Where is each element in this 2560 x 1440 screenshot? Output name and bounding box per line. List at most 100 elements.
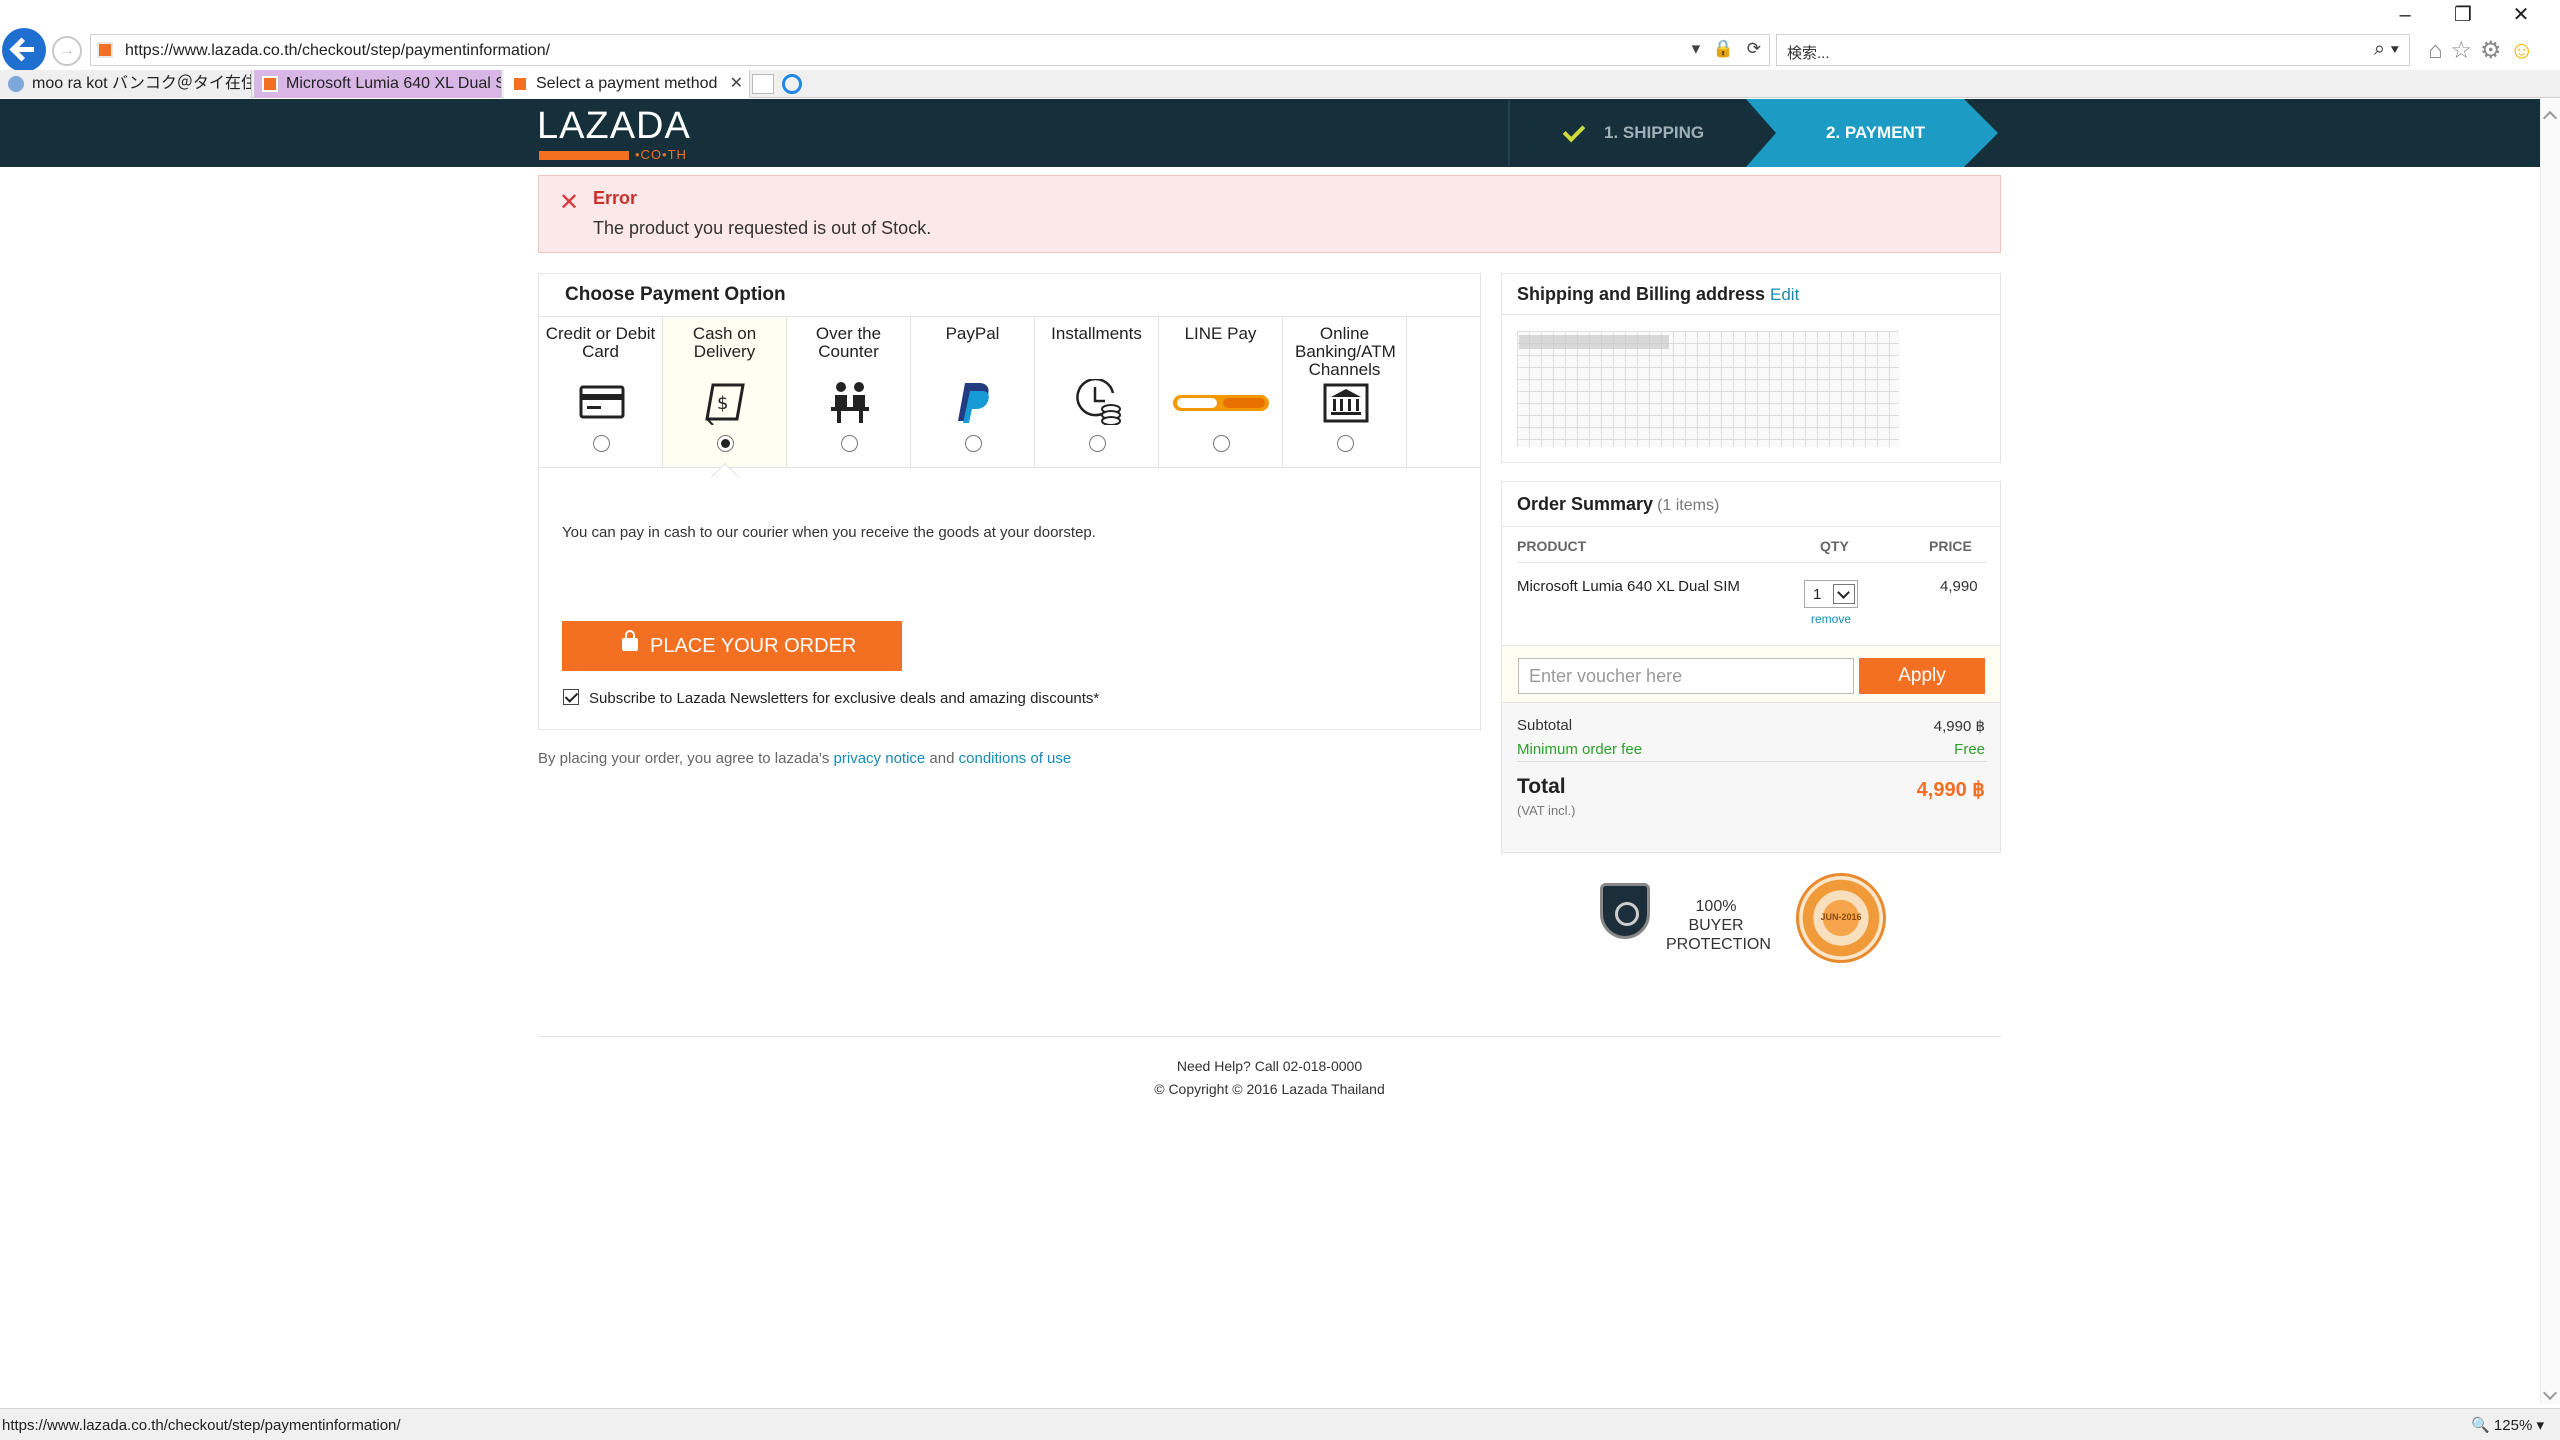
scroll-up-icon[interactable] <box>2542 110 2558 126</box>
voucher-input[interactable] <box>1518 658 1854 694</box>
subscribe-label[interactable]: Subscribe to Lazada Newsletters for excl… <box>589 690 1099 707</box>
payment-option-over-the-counter[interactable]: Over the Counter <box>787 317 911 467</box>
shield-icon <box>1600 883 1650 939</box>
payment-option-label: Credit or Debit Card <box>545 324 656 361</box>
total-value: 4,990 ฿ <box>1916 779 1985 801</box>
close-window-icon[interactable]: ✕ <box>2492 2 2550 27</box>
subscribe-checkbox[interactable] <box>563 689 579 705</box>
payment-description: You can pay in cash to our courier when … <box>562 524 1096 541</box>
payment-option-line-pay[interactable]: LINE Pay <box>1159 317 1283 467</box>
error-alert: ✕ Error The product you requested is out… <box>538 175 2001 253</box>
payment-title: Choose Payment Option <box>565 284 786 305</box>
refresh-icon[interactable]: ⟳ <box>1747 39 1765 58</box>
tab-close-icon[interactable]: ✕ <box>730 70 743 98</box>
payment-option-label: Installments <box>1051 324 1142 343</box>
privacy-notice-link[interactable]: privacy notice <box>834 750 926 767</box>
home-icon[interactable]: ⌂ <box>2428 37 2451 64</box>
logo-bar <box>539 151 629 160</box>
logo-subtext: •CO•TH <box>635 147 687 162</box>
payment-radio[interactable] <box>1337 435 1354 452</box>
url-text[interactable]: https://www.lazada.co.th/checkout/step/p… <box>125 42 550 60</box>
payment-options: Credit or Debit Card Cash on Delivery $ … <box>539 316 1480 468</box>
order-title-text: Order Summary <box>1517 494 1654 514</box>
subtotal-label: Subtotal <box>1517 717 1573 734</box>
star-icon[interactable]: ☆ <box>2451 37 2481 64</box>
scroll-down-icon[interactable] <box>2542 1385 2558 1401</box>
agree-text: By placing your order, you agree to laza… <box>538 750 1071 767</box>
zoom-value: 125% <box>2493 1417 2533 1434</box>
ie-icon[interactable] <box>782 74 802 94</box>
quantity-select[interactable]: 1 <box>1804 580 1858 608</box>
lock-icon[interactable]: 🔒 <box>1713 39 1738 58</box>
forward-icon[interactable]: → <box>52 36 82 66</box>
payment-radio[interactable] <box>593 435 610 452</box>
divider <box>1517 761 1987 762</box>
step-shipping[interactable]: 1. SHIPPING <box>1508 99 1768 167</box>
tab-bar: moo ra kot バンコク＠タイ在住／... Microsoft Lumia… <box>0 70 2560 98</box>
order-summary-title: Order Summary (1 items) <box>1517 494 1719 515</box>
lock-icon <box>622 630 638 651</box>
tab-label: moo ra kot バンコク＠タイ在住／... <box>32 75 251 92</box>
checkout-header: LAZADA •CO•TH 1. SHIPPING 2. PAYMENT <box>0 99 2540 167</box>
lazada-logo[interactable]: LAZADA •CO•TH <box>537 105 697 162</box>
payment-radio[interactable] <box>1089 435 1106 452</box>
voucher-section: Apply <box>1502 645 2000 703</box>
zoom-level[interactable]: 🔍 125% ▾ <box>2471 1416 2544 1434</box>
tab-select-payment[interactable]: Select a payment method ✕ <box>504 70 750 98</box>
tab-label: Microsoft Lumia 640 XL Dual S... <box>286 75 502 92</box>
payment-option-label: LINE Pay <box>1184 324 1257 343</box>
payment-option-label: Online Banking/ATM Channels <box>1295 324 1396 379</box>
restore-icon[interactable]: ❐ <box>2434 2 2492 27</box>
page-scrollbar[interactable] <box>2540 99 2560 1404</box>
address-bar[interactable]: https://www.lazada.co.th/checkout/step/p… <box>90 34 1770 66</box>
smiley-icon[interactable]: ☺ <box>2510 37 2543 64</box>
agree-and: and <box>925 750 959 767</box>
search-placeholder[interactable]: 検索... <box>1787 42 1830 63</box>
new-tab-icon[interactable] <box>752 74 774 94</box>
browser-icons: ⌂☆⚙☺ <box>2428 36 2542 65</box>
payment-option-installments[interactable]: Installments <box>1035 317 1159 467</box>
bank-icon <box>1323 383 1369 423</box>
payment-option-paypal[interactable]: PayPal <box>911 317 1035 467</box>
tab-favicon-icon <box>512 76 528 92</box>
divider <box>1502 526 2000 527</box>
pci-badge-icon[interactable]: JUN-2016 <box>1796 873 1886 963</box>
payment-option-credit-card[interactable]: Credit or Debit Card <box>539 317 663 467</box>
payment-option-cash-on-delivery[interactable]: Cash on Delivery $ <box>663 317 787 467</box>
site-favicon-icon <box>97 42 113 58</box>
place-order-label: PLACE YOUR ORDER <box>650 635 857 657</box>
payment-radio[interactable] <box>1213 435 1230 452</box>
apply-voucher-button[interactable]: Apply <box>1859 658 1985 694</box>
back-icon[interactable] <box>2 28 46 72</box>
gear-icon[interactable]: ⚙ <box>2480 37 2510 64</box>
chevron-down-icon[interactable] <box>1833 584 1855 604</box>
conditions-of-use-link[interactable]: conditions of use <box>959 750 1072 767</box>
payment-option-online-banking[interactable]: Online Banking/ATM Channels <box>1283 317 1407 467</box>
tab-moo-ra-kot[interactable]: moo ra kot バンコク＠タイ在住／... <box>0 70 252 98</box>
search-bar[interactable]: 検索... ⌕ ▾ <box>1776 34 2410 66</box>
counter-icon <box>831 382 869 423</box>
product-price: 4,990 <box>1940 578 1978 595</box>
payment-option-label: Over the Counter <box>815 324 882 361</box>
column-qty: QTY <box>1820 538 1849 554</box>
order-item-count: (1 items) <box>1657 497 1720 514</box>
search-icon[interactable]: ⌕ ▾ <box>2374 38 2399 61</box>
dropdown-icon[interactable]: ▾ <box>1692 39 1705 58</box>
payment-radio[interactable] <box>717 435 734 452</box>
total-vat: (VAT incl.) <box>1517 803 1576 818</box>
totals-section: Subtotal 4,990 ฿ Minimum order fee Free … <box>1502 703 2000 852</box>
tab-microsoft-lumia[interactable]: Microsoft Lumia 640 XL Dual S... <box>254 70 502 98</box>
min-fee-label: Minimum order fee <box>1517 741 1643 758</box>
address-edit-link[interactable]: Edit <box>1770 285 1799 305</box>
step-shipping-label: 1. SHIPPING <box>1604 123 1705 142</box>
tab-label: Select a payment method <box>536 75 718 92</box>
payment-radio[interactable] <box>965 435 982 452</box>
address-bar-icons[interactable]: ▾ 🔒 ⟳ <box>1692 39 1765 59</box>
logo-text: LAZADA <box>537 105 691 147</box>
payment-radio[interactable] <box>841 435 858 452</box>
minimize-icon[interactable]: – <box>2376 4 2434 27</box>
remove-item-link[interactable]: remove <box>1811 612 1851 626</box>
place-order-button[interactable]: PLACE YOUR ORDER <box>562 621 902 671</box>
paypal-icon <box>958 383 989 423</box>
step-payment-label: 2. PAYMENT <box>1826 123 1926 142</box>
